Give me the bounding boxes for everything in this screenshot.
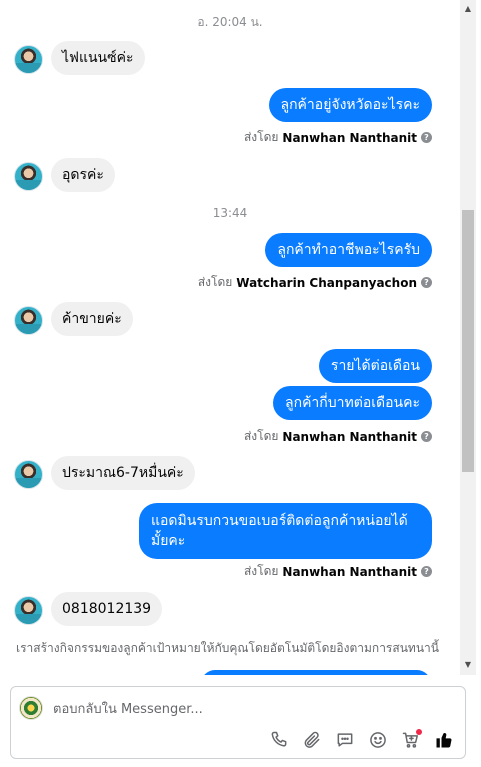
attachment-icon[interactable] <box>301 729 323 751</box>
incoming-message: ค้าขายค่ะ <box>51 302 133 336</box>
outgoing-message: ลูกค้าทำอาชีพอะไรครับ <box>265 233 432 267</box>
scrollbar[interactable]: ▲ ▼ <box>460 0 476 675</box>
incoming-message: ไฟแนนซ์ค่ะ <box>51 41 145 75</box>
outgoing-message: ลูกค้าอยู่จังหวัดอะไรคะ <box>268 88 432 122</box>
saved-reply-icon[interactable] <box>334 729 356 751</box>
reply-input[interactable] <box>53 699 433 719</box>
customer-avatar[interactable] <box>14 45 43 74</box>
help-icon[interactable]: ? <box>421 431 432 442</box>
customer-avatar[interactable] <box>14 306 43 335</box>
timestamp: 13:44 <box>212 206 248 220</box>
outgoing-message-partial <box>201 670 431 675</box>
sent-by-label: ส่งโดย Nanwhan Nanthanit ? <box>244 427 432 446</box>
sent-by-label: ส่งโดย Watcharin Chanpanyachon ? <box>198 273 432 292</box>
composer-toolbar <box>268 729 455 751</box>
incoming-message: 0818012139 <box>51 592 163 626</box>
sent-by-prefix: ส่งโดย <box>197 275 233 289</box>
reply-composer <box>10 686 466 759</box>
auto-activity-notice: เราสร้างกิจกรรมของลูกค้าเป้าหมายให้กับคุ… <box>16 641 439 655</box>
sent-by-label: ส่งโดย Nanwhan Nanthanit ? <box>244 562 432 581</box>
timestamp: อ. 20:04 น. <box>197 15 263 29</box>
scroll-up-arrow-icon[interactable]: ▲ <box>460 4 476 13</box>
sent-by-prefix: ส่งโดย <box>243 130 279 144</box>
customer-avatar[interactable] <box>14 460 43 489</box>
sent-by-prefix: ส่งโดย <box>243 564 279 578</box>
scrollbar-thumb[interactable] <box>462 210 474 472</box>
shop-cart-icon[interactable] <box>400 729 422 751</box>
page-avatar <box>19 696 43 720</box>
outgoing-message: แอดมินรบกวนขอเบอร์ติดต่อลูกค้าหน่อยได้มั… <box>139 503 432 559</box>
sender-name[interactable]: Nanwhan Nanthanit <box>282 565 417 579</box>
outgoing-message: ลูกค้ากี่บาทต่อเดือนคะ <box>273 386 432 420</box>
outgoing-message: รายได้ต่อเดือน <box>318 349 432 383</box>
scroll-down-arrow-icon[interactable]: ▼ <box>460 660 476 669</box>
emoji-icon[interactable] <box>367 729 389 751</box>
like-icon[interactable] <box>433 729 455 751</box>
sender-name[interactable]: Nanwhan Nanthanit <box>282 430 417 444</box>
sent-by-prefix: ส่งโดย <box>243 429 279 443</box>
incoming-message: ประมาณ6-7หมื่นค่ะ <box>51 456 195 490</box>
help-icon[interactable]: ? <box>421 566 432 577</box>
customer-avatar[interactable] <box>14 596 43 625</box>
incoming-message: อุดรค่ะ <box>51 158 115 192</box>
cart-notification-dot <box>416 729 422 735</box>
help-icon[interactable]: ? <box>421 277 432 288</box>
help-icon[interactable]: ? <box>421 132 432 143</box>
customer-avatar[interactable] <box>14 162 43 191</box>
sender-name[interactable]: Nanwhan Nanthanit <box>282 131 417 145</box>
message-thread[interactable]: อ. 20:04 น. ไฟแนนซ์ค่ะ ลูกค้าอยู่จังหวัด… <box>0 0 460 675</box>
sender-name[interactable]: Watcharin Chanpanyachon <box>236 276 417 290</box>
phone-icon[interactable] <box>268 729 290 751</box>
sent-by-label: ส่งโดย Nanwhan Nanthanit ? <box>244 128 432 147</box>
